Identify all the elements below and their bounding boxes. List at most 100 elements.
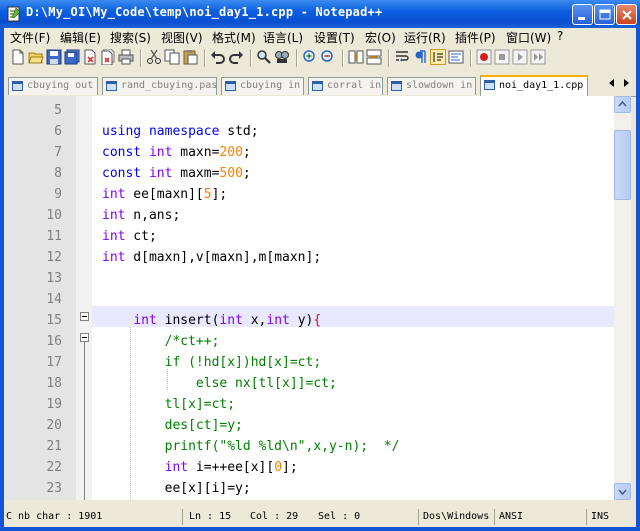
menu-search[interactable]: 搜索(S) <box>110 29 151 46</box>
sync-vertical-icon[interactable] <box>348 49 364 65</box>
tab-scroll-arrows[interactable] <box>608 78 632 91</box>
tab-corral-in[interactable]: corral in <box>308 77 383 95</box>
tab-noi-day1-1-cpp[interactable]: noi_day1_1.cpp <box>480 75 588 96</box>
code-line: 20 des[ct]=y; <box>4 415 614 436</box>
menu-bar: 文件(F) 编辑(E) 搜索(S) 视图(V) 格式(M) 语言(L) 设置(T… <box>4 28 636 46</box>
copy-icon[interactable] <box>164 49 180 65</box>
tab-cbuying-in[interactable]: cbuying in <box>221 77 304 95</box>
line-number: 10 <box>46 208 62 223</box>
notepadpp-window: D:\My_OI\My_Code\temp\noi_day1_1.cpp - N… <box>0 0 640 531</box>
code-line: 13 <box>4 268 614 289</box>
maximize-button[interactable] <box>594 4 615 25</box>
maximize-icon <box>599 9 611 20</box>
close-button[interactable] <box>616 4 637 25</box>
code-text: using namespace std; <box>102 124 259 139</box>
menu-file[interactable]: 文件(F) <box>10 29 50 46</box>
notepadpp-app-icon[interactable] <box>6 6 22 22</box>
menu-plugins[interactable]: 插件(P) <box>455 29 496 46</box>
menu-help[interactable]: ? <box>557 29 563 43</box>
close-file-icon[interactable] <box>82 49 98 65</box>
file-icon <box>12 81 23 91</box>
toolbar-separator <box>470 49 472 67</box>
code-text: int i=++ee[x][0]; <box>164 460 298 475</box>
toolbar-separator <box>204 49 206 67</box>
menu-format[interactable]: 格式(M) <box>212 29 256 46</box>
line-number: 8 <box>54 166 62 181</box>
indent-guide-icon[interactable] <box>430 49 446 65</box>
scrollbar-thumb[interactable] <box>614 130 631 200</box>
save-icon[interactable] <box>46 49 62 65</box>
open-file-icon[interactable] <box>28 49 44 65</box>
menu-view[interactable]: 视图(V) <box>161 29 203 46</box>
new-file-icon[interactable] <box>10 49 26 65</box>
zoom-out-icon[interactable] <box>320 49 336 65</box>
code-line: 18 else nx[tl[x]]=ct; <box>4 373 614 394</box>
menu-edit[interactable]: 编辑(E) <box>60 29 101 46</box>
user-language-icon[interactable] <box>448 49 464 65</box>
file-icon <box>312 81 323 91</box>
file-icon <box>225 81 236 91</box>
menu-window[interactable]: 窗口(W) <box>506 29 551 46</box>
line-number: 12 <box>46 250 62 265</box>
print-icon[interactable] <box>118 49 134 65</box>
word-wrap-icon[interactable] <box>394 49 410 65</box>
tab-scroll-icon[interactable] <box>608 78 632 88</box>
status-eol-format: Dos\Windows <box>418 509 489 525</box>
line-number: 9 <box>54 187 62 202</box>
menu-run[interactable]: 运行(R) <box>404 29 446 46</box>
scroll-up-button[interactable] <box>614 96 631 113</box>
close-all-icon[interactable] <box>100 49 116 65</box>
tab-rand-cbuying-pas[interactable]: rand_cbuying.pas <box>102 77 217 95</box>
find-icon[interactable] <box>256 49 272 65</box>
status-encoding: ANSI <box>494 509 523 525</box>
code-line: 11 int ct; <box>4 226 614 247</box>
run-macro-multiple-icon[interactable] <box>530 49 546 65</box>
scroll-down-button[interactable] <box>614 483 631 500</box>
code-text: int insert(int x,int y){ <box>133 313 322 328</box>
title-bar[interactable]: D:\My_OI\My_Code\temp\noi_day1_1.cpp - N… <box>0 0 640 28</box>
minimize-button[interactable] <box>572 4 593 25</box>
cut-icon[interactable] <box>146 49 162 65</box>
code-line: 5 <box>4 100 614 121</box>
menu-settings[interactable]: 设置(T) <box>314 29 355 46</box>
status-selection: Sel : 0 <box>318 511 361 522</box>
play-macro-icon[interactable] <box>512 49 528 65</box>
menu-language[interactable]: 语言(L) <box>263 29 303 46</box>
code-text: else nx[tl[x]]=ct; <box>102 376 337 391</box>
zoom-in-icon[interactable] <box>302 49 318 65</box>
paste-icon[interactable] <box>182 49 198 65</box>
code-text: tl[x]=ct; <box>102 397 236 412</box>
stop-macro-icon[interactable] <box>494 49 510 65</box>
minimize-icon <box>578 17 585 20</box>
undo-icon[interactable] <box>210 49 226 65</box>
code-line: 21 printf("%ld %ld\n",x,y-n); */ <box>4 436 614 457</box>
code-line: 9 int ee[maxn][5]; <box>4 184 614 205</box>
sync-horizontal-icon[interactable] <box>366 49 382 65</box>
tab-cbuying-out[interactable]: cbuying out <box>8 77 98 95</box>
menu-macro[interactable]: 宏(O) <box>365 29 396 46</box>
line-number: 23 <box>46 481 62 496</box>
line-number: 15 <box>46 313 62 328</box>
line-number: 19 <box>46 397 62 412</box>
window-title: D:\My_OI\My_Code\temp\noi_day1_1.cpp - N… <box>26 5 383 19</box>
status-length: C nb char : 1901 <box>6 511 103 522</box>
find-replace-icon[interactable] <box>274 49 290 65</box>
show-all-chars-icon[interactable] <box>412 49 428 65</box>
code-text: ee[x][i]=y; <box>102 481 251 496</box>
toolbar-separator <box>296 49 298 67</box>
line-number: 20 <box>46 418 62 433</box>
code-line: 16 /*ct++; <box>4 331 614 352</box>
code-line: 6 using namespace std; <box>4 121 614 142</box>
redo-icon[interactable] <box>228 49 244 65</box>
vertical-scrollbar[interactable] <box>614 96 631 500</box>
line-number: 11 <box>46 229 62 244</box>
tab-slowdown-in[interactable]: slowdown in <box>387 77 476 95</box>
toolbar-separator <box>342 49 344 67</box>
record-macro-icon[interactable] <box>476 49 492 65</box>
code-text: int n,ans; <box>102 208 181 223</box>
code-editor[interactable]: 5 6 using namespace std; 7 const int max… <box>4 96 614 500</box>
line-number: 5 <box>54 103 62 118</box>
code-text: int d[maxn],v[maxn],m[maxn]; <box>102 250 322 265</box>
scroll-down-icon <box>618 489 627 496</box>
save-all-icon[interactable] <box>64 49 80 65</box>
